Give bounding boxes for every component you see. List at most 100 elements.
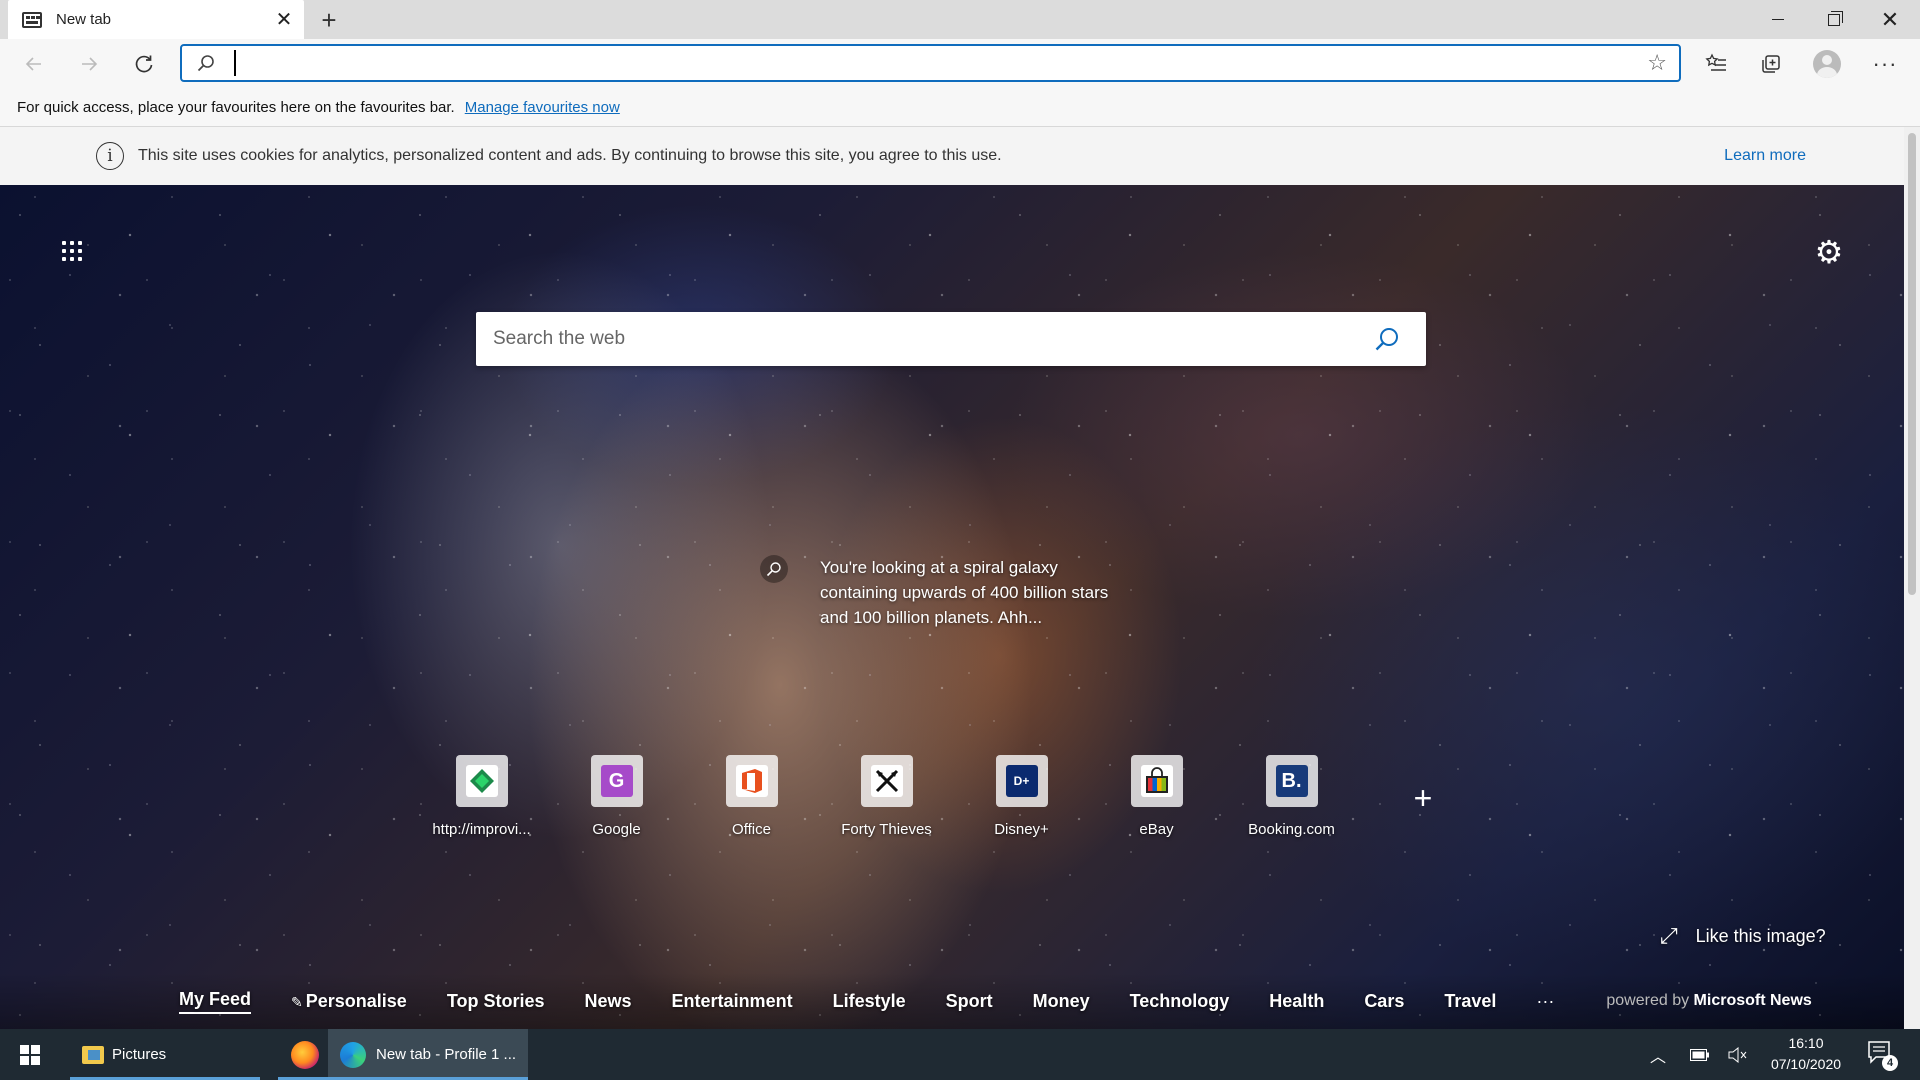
microsoft-news-brand: Microsoft News <box>1693 992 1812 1009</box>
quick-link-tile[interactable]: B. Booking.com <box>1224 755 1359 865</box>
like-this-image[interactable]: ⤢ Like this image? <box>1660 923 1826 949</box>
expand-icon: ⤢ <box>1660 923 1678 948</box>
web-search-input[interactable] <box>493 312 1353 366</box>
taskbar-app-firefox[interactable] <box>278 1029 332 1080</box>
volume-muted-icon[interactable] <box>1728 1029 1748 1080</box>
new-tab-page: i This site uses cookies for analytics, … <box>0 127 1904 1029</box>
newtab-grid-icon <box>22 11 42 28</box>
notification-count-badge: 4 <box>1882 1055 1898 1071</box>
improvi-icon <box>465 765 498 797</box>
search-icon <box>197 55 214 72</box>
feed-tab-travel[interactable]: Travel <box>1444 991 1496 1012</box>
taskbar-app-label: New tab - Profile 1 ... <box>376 1046 517 1063</box>
address-bar[interactable]: ☆ <box>180 44 1681 82</box>
edge-icon <box>340 1041 366 1068</box>
manage-favourites-link[interactable]: Manage favourites now <box>465 99 620 116</box>
refresh-button[interactable] <box>125 45 163 83</box>
info-icon: i <box>96 142 124 170</box>
forty-thieves-icon <box>870 765 903 797</box>
forward-arrow-icon <box>82 57 98 71</box>
collections-icon <box>1762 55 1780 73</box>
address-input[interactable] <box>234 50 1594 76</box>
page-scrollbar[interactable] <box>1904 127 1920 1029</box>
close-tab-icon[interactable]: ✕ <box>270 6 298 34</box>
firefox-icon <box>291 1040 319 1069</box>
favourites-bar: For quick access, place your favourites … <box>0 89 1920 127</box>
system-clock[interactable]: 16:10 07/10/2020 <box>1766 1033 1846 1075</box>
forward-button[interactable] <box>70 45 108 83</box>
page-settings-gear-icon[interactable]: ⚙ <box>1812 235 1846 269</box>
feed-tab-sport[interactable]: Sport <box>946 991 993 1012</box>
feed-more-button[interactable]: ··· <box>1536 991 1554 1012</box>
quick-link-tile[interactable]: G Google <box>549 755 684 865</box>
back-arrow-icon <box>25 57 41 71</box>
feed-tab-lifestyle[interactable]: Lifestyle <box>833 991 906 1012</box>
feed-tab-money[interactable]: Money <box>1033 991 1090 1012</box>
taskbar-app-edge[interactable]: New tab - Profile 1 ... <box>328 1029 528 1080</box>
background-image: ⚙ You're looking at a spiral galaxy cont… <box>0 185 1904 1029</box>
close-window-button[interactable]: ✕ <box>1862 0 1918 39</box>
search-icon[interactable] <box>1374 326 1400 352</box>
battery-icon[interactable] <box>1690 1029 1710 1080</box>
image-search-icon[interactable] <box>760 555 788 583</box>
feed-tab-cars[interactable]: Cars <box>1364 991 1404 1012</box>
quick-link-label: Google <box>592 821 641 838</box>
feed-tab-my-feed[interactable]: My Feed <box>179 989 252 1014</box>
news-feed-nav: My Feed ✎ Personalise Top Stories News En… <box>0 973 1904 1029</box>
taskbar-app-label: Pictures <box>112 1046 167 1063</box>
feed-tab-technology[interactable]: Technology <box>1130 991 1230 1012</box>
minimize-icon <box>1772 19 1784 20</box>
quick-link-label: Office <box>732 821 771 838</box>
folder-icon <box>82 1045 104 1064</box>
quick-link-label: Forty Thieves <box>841 821 932 838</box>
quick-link-tile[interactable]: eBay <box>1089 755 1224 865</box>
favourites-bar-hint: For quick access, place your favourites … <box>17 99 455 116</box>
collections-button[interactable] <box>1752 45 1790 83</box>
profile-button[interactable] <box>1808 45 1846 83</box>
quick-link-tile[interactable]: http://improvi... <box>414 755 549 865</box>
quick-links: http://improvi... G Google Office Forty … <box>414 755 1359 865</box>
favourites-icon <box>1705 53 1726 71</box>
ebay-icon <box>1140 765 1173 797</box>
windows-taskbar: Pictures New tab - Profile 1 ... ︿ 16:10… <box>0 1029 1920 1080</box>
feed-tab-news[interactable]: News <box>585 991 632 1012</box>
restore-button[interactable] <box>1806 0 1862 39</box>
add-quick-link-button[interactable]: + <box>1410 782 1436 814</box>
feed-tab-health[interactable]: Health <box>1269 991 1324 1012</box>
quick-link-tile[interactable]: D+ Disney+ <box>954 755 1089 865</box>
disney-plus-icon: D+ <box>1005 765 1038 797</box>
action-center-button[interactable]: 4 <box>1866 1039 1898 1071</box>
office-icon <box>735 765 768 797</box>
feed-tab-top-stories[interactable]: Top Stories <box>447 991 545 1012</box>
favourites-button[interactable] <box>1697 45 1735 83</box>
settings-and-more-button[interactable]: ··· <box>1866 45 1904 83</box>
cookie-message: This site uses cookies for analytics, pe… <box>138 147 1002 164</box>
show-hidden-icons-chevron-up-icon[interactable]: ︿ <box>1650 1029 1666 1080</box>
restore-icon <box>1828 10 1843 26</box>
avatar <box>1813 50 1841 78</box>
taskbar-app-pictures[interactable]: Pictures <box>70 1029 260 1080</box>
feed-tab-entertainment[interactable]: Entertainment <box>672 991 793 1012</box>
web-search-box[interactable] <box>476 312 1426 366</box>
quick-link-tile[interactable]: Office <box>684 755 819 865</box>
apps-grid-icon[interactable] <box>62 241 86 265</box>
pencil-icon: ✎ <box>291 993 303 1010</box>
tab-new-tab[interactable]: New tab ✕ <box>8 0 304 39</box>
clock-date: 07/10/2020 <box>1770 1056 1842 1072</box>
new-tab-button[interactable]: + <box>314 5 344 35</box>
feed-tab-personalise[interactable]: ✎ Personalise <box>291 991 407 1012</box>
learn-more-link[interactable]: Learn more <box>1724 147 1806 165</box>
tab-strip: New tab ✕ + ✕ <box>0 0 1920 39</box>
quick-link-label: eBay <box>1139 821 1174 838</box>
like-this-image-label: Like this image? <box>1695 925 1826 946</box>
add-favourite-star-icon[interactable]: ☆ <box>1647 52 1667 74</box>
powered-by[interactable]: powered by Microsoft News <box>1606 992 1811 1010</box>
image-caption[interactable]: You're looking at a spiral galaxy contai… <box>760 555 1140 630</box>
tab-title: New tab <box>56 11 112 28</box>
minimize-button[interactable] <box>1750 0 1806 39</box>
back-button[interactable] <box>15 45 53 83</box>
cookie-banner: i This site uses cookies for analytics, … <box>0 127 1904 185</box>
start-button[interactable] <box>0 1029 60 1080</box>
scrollbar-thumb[interactable] <box>1908 133 1916 595</box>
quick-link-tile[interactable]: Forty Thieves <box>819 755 954 865</box>
